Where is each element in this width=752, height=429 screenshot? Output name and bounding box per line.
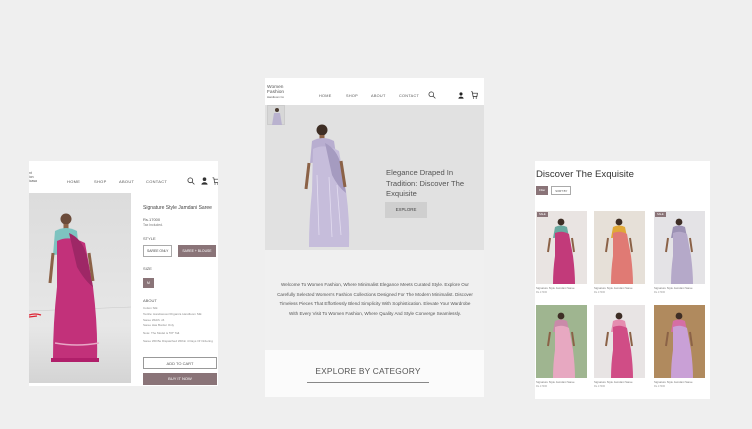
style-label: STYLE [143,236,156,241]
brand-logo[interactable]: nt ion icasa [29,171,43,183]
style-option-saree-only[interactable]: SAREE ONLY [143,245,173,257]
product-card[interactable]: SALE Signature Style Jamdani Saree Rs.1700… [536,211,587,294]
about-line: Textile: Handwoven/Organza Handloom Silk [143,311,202,316]
hero-headline: Elegance Draped In Tradition: Discover T… [386,168,465,199]
product-card-price: Rs.17000 [536,290,548,294]
style-options: SAREE ONLY SAREE + BLOUSE [143,245,218,257]
add-to-cart-button[interactable]: ADD TO CART [143,357,217,369]
product-card[interactable]: Signature Style Jamdani Saree Rs.17000 [654,305,705,388]
product-card[interactable]: Signature Style Jamdani Saree Rs.17000 [594,305,645,388]
product-card-image[interactable] [536,305,587,378]
category-heading: EXPLORE BY CATEGORY [315,366,421,376]
about-line: Note: The Model is 5'8" Tall. [143,331,181,336]
style-option-saree-blouse[interactable]: SAREE + BLOUSE [178,245,216,257]
search-icon[interactable] [187,177,195,185]
size-option-m[interactable]: M [143,278,154,288]
nav-home-link[interactable]: HOME [319,94,332,98]
collection-title: Discover The Exquisite [536,169,634,180]
home-page-frame: Women Fashion Handloom Co HOME SHOP ABOU… [265,78,484,397]
product-nav-bar: nt ion icasa HOME SHOP ABOUT CONTACT [29,161,218,193]
hero-banner: Elegance Draped In Tradition: Discover T… [265,105,484,250]
model-in-saree-illustration [29,213,131,362]
about-line: Saree Has Border Only [143,323,175,328]
sort-by-dropdown[interactable]: SORT BY [551,186,572,195]
cart-icon[interactable] [470,91,478,99]
sale-badge: SALE [655,212,666,217]
nav-about-link[interactable]: ABOUT [371,94,386,98]
product-card-image[interactable]: SALE [654,211,705,284]
home-nav-bar: Women Fashion Handloom Co HOME SHOP ABOU… [265,78,484,105]
nav-about-link[interactable]: ABOUT [119,179,134,184]
explore-button[interactable]: EXPLORE [385,202,427,218]
model-in-saree-illustration [665,312,693,378]
product-card[interactable]: SALE Signature Style Jamdani Saree Rs.1700… [654,211,705,294]
model-in-saree-illustration [304,124,350,247]
product-card-price: Rs.17000 [654,290,666,294]
model-in-saree-illustration [605,218,633,284]
product-card-price: Rs.17000 [594,384,606,388]
collection-page-frame: Discover The Exquisite Filter SORT BY SA… [535,161,710,399]
product-card-price: Rs.17000 [654,384,666,388]
product-card-price: Rs.17000 [536,384,548,388]
nav-contact-link[interactable]: CONTACT [146,179,167,184]
model-in-saree-illustration [547,218,575,284]
product-card[interactable]: Signature Style Jamdani Saree Rs.17000 [536,305,587,388]
product-info-panel: Signature Style Jamdani Saree Rs.17000 T… [143,205,218,343]
filter-bar: Filter SORT BY [536,186,572,195]
size-label: SIZE [143,266,152,271]
product-page-frame: nt ion icasa HOME SHOP ABOUT CONTACT Sig… [29,161,218,386]
tax-note: Tax Included. [143,223,163,227]
product-card-image[interactable] [594,305,645,378]
product-card[interactable]: Signature Style Jamdani Saree Rs.17000 [594,211,645,294]
about-line: Saree Width: x6 [143,317,165,322]
product-price: Rs.17000 [143,217,161,222]
nav-shop-link[interactable]: SHOP [346,94,358,98]
product-card-price: Rs.17000 [594,290,606,294]
product-title: Signature Style Jamdani Saree [143,205,212,211]
user-icon[interactable] [458,92,464,99]
product-card-image[interactable]: SALE [536,211,587,284]
buy-now-button[interactable]: BUY IT NOW [143,373,217,385]
cart-icon[interactable] [212,177,218,185]
user-icon[interactable] [201,177,208,185]
product-image[interactable] [29,193,131,383]
category-section: EXPLORE BY CATEGORY [265,350,484,397]
model-in-saree-illustration [547,312,575,378]
product-card-image[interactable] [594,211,645,284]
brand-logo[interactable]: Women Fashion Handloom Co [267,85,284,100]
about-line: Cotton Silk [143,306,158,310]
heading-underline [307,382,429,383]
nav-shop-link[interactable]: SHOP [94,179,107,184]
model-in-saree-illustration [605,312,633,378]
intro-paragraph: Welcome To Women Fashion, Where Minimali… [277,282,473,316]
about-line: Saree Will Be Dispatched Within 4 Days O… [143,339,213,344]
model-in-saree-illustration [665,218,693,284]
nav-home-link[interactable]: HOME [67,179,80,184]
filter-button[interactable]: Filter [536,186,549,195]
about-label: ABOUT [143,298,157,303]
sale-badge: SALE [537,212,548,217]
nav-contact-link[interactable]: CONTACT [399,94,419,98]
search-icon[interactable] [428,91,436,99]
about-details: Cotton Silk Textile: Handwoven/Organza H… [143,306,218,343]
hero-thumbnail[interactable] [267,105,285,125]
product-card-image[interactable] [654,305,705,378]
